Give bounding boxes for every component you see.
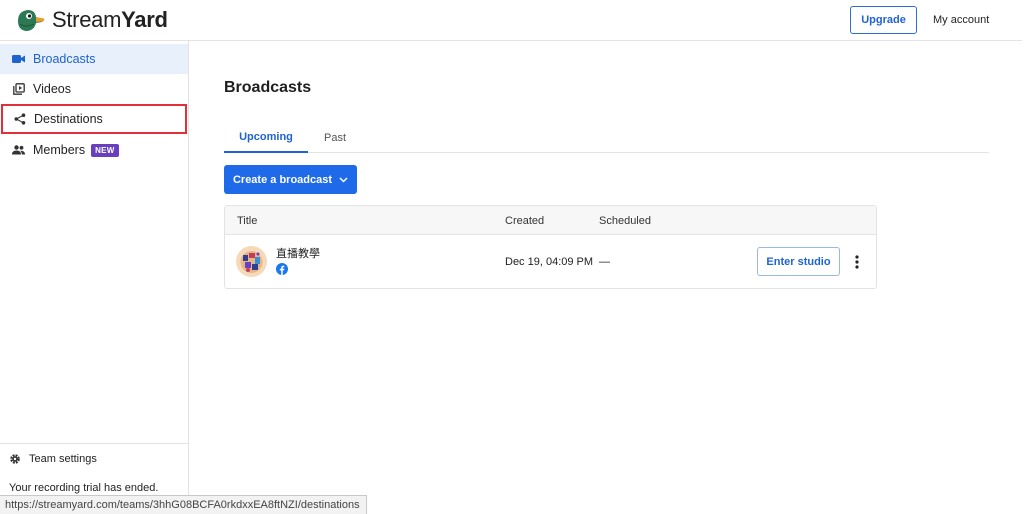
column-title: Title [237, 215, 258, 227]
broadcast-tabs: Upcoming Past [224, 122, 989, 153]
broadcast-title[interactable]: 直播教學 [276, 245, 320, 261]
streamyard-logo[interactable]: StreamYard [16, 7, 168, 33]
status-bar-url: https://streamyard.com/teams/3hhG08BCFA0… [0, 495, 367, 514]
sidebar-item-label: Broadcasts [33, 52, 96, 66]
table-row[interactable]: 直播教學 Dec 19, 04:09 PM — Enter studio [225, 235, 876, 289]
broadcast-avatar [236, 246, 267, 277]
top-bar: StreamYard Upgrade My account [0, 0, 1022, 41]
broadcasts-table: Title Created Scheduled 直播教學 Dec 19, 04:… [224, 205, 877, 289]
upgrade-button[interactable]: Upgrade [850, 6, 917, 34]
sidebar-item-destinations[interactable]: Destinations [1, 104, 187, 134]
facebook-icon [276, 263, 288, 275]
sidebar-item-broadcasts[interactable]: Broadcasts [0, 44, 188, 74]
more-options-icon[interactable] [851, 253, 863, 271]
new-badge: NEW [91, 143, 119, 157]
tab-past[interactable]: Past [308, 122, 362, 153]
team-settings-label: Team settings [29, 452, 97, 465]
column-created: Created [505, 215, 545, 227]
video-camera-icon [12, 53, 25, 66]
video-library-icon [12, 83, 25, 96]
logo-wordmark: StreamYard [52, 7, 168, 32]
people-icon [12, 144, 25, 157]
sidebar: Broadcasts Videos Destinations Members N… [0, 41, 189, 514]
tab-upcoming[interactable]: Upcoming [224, 122, 308, 153]
page-title: Broadcasts [224, 79, 312, 96]
created-date: Dec 19, 04:09 PM [505, 256, 594, 268]
sidebar-item-label: Videos [33, 82, 71, 96]
sidebar-item-videos[interactable]: Videos [0, 74, 188, 104]
sidebar-item-label: Destinations [34, 112, 103, 126]
scheduled-value: — [599, 256, 610, 268]
share-icon [13, 113, 26, 126]
create-broadcast-label: Create a broadcast [232, 173, 333, 186]
duck-logo-icon [18, 10, 45, 31]
trial-ended-message: Your recording trial has ended. [9, 482, 159, 494]
sidebar-item-label: Members [33, 143, 86, 157]
enter-studio-button[interactable]: Enter studio [757, 247, 840, 276]
table-header: Title Created Scheduled [225, 206, 876, 235]
gear-icon [9, 453, 21, 465]
column-scheduled: Scheduled [599, 215, 651, 227]
sidebar-item-members[interactable]: Members NEW [0, 135, 188, 165]
chevron-down-icon [339, 176, 348, 183]
team-settings-link[interactable]: Team settings [0, 443, 188, 473]
create-broadcast-button[interactable]: Create a broadcast [224, 165, 357, 194]
my-account-link[interactable]: My account [933, 14, 989, 26]
